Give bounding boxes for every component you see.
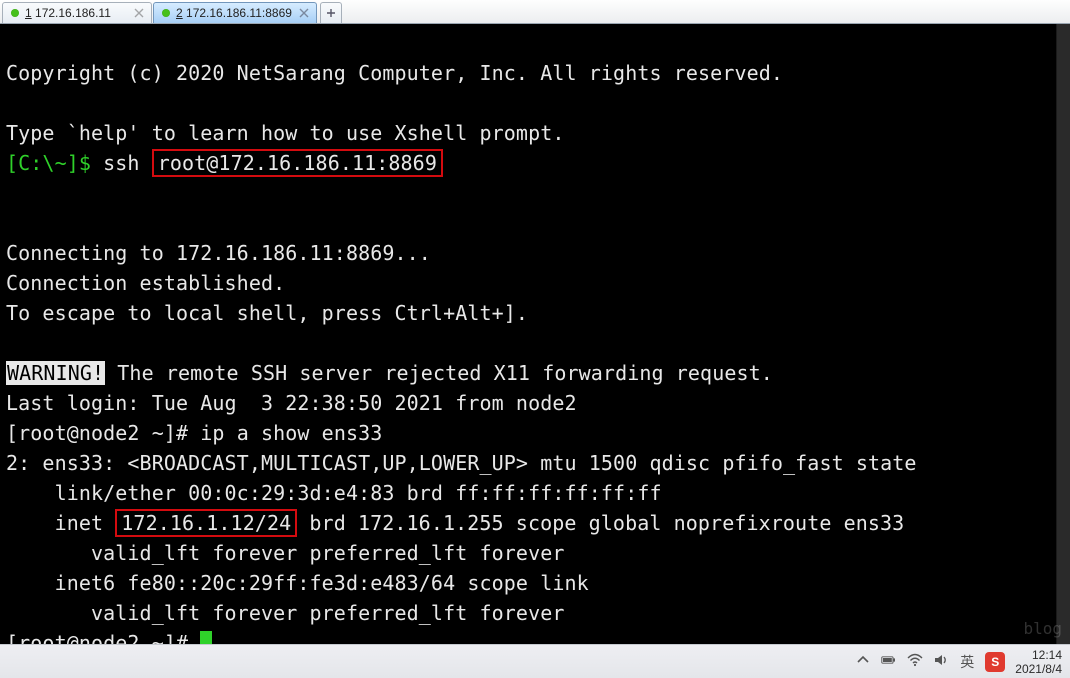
system-tray: 英 S 12:14 2021/8/4 <box>855 648 1062 676</box>
wifi-icon[interactable] <box>907 652 923 671</box>
vertical-scrollbar[interactable] <box>1056 24 1070 644</box>
ime-language-indicator[interactable]: 英 <box>959 654 975 670</box>
tab-label: 2 172.16.186.11:8869 <box>176 6 292 20</box>
text-line: Last login: Tue Aug 3 22:38:50 2021 from… <box>6 391 577 415</box>
terminal-output[interactable]: Copyright (c) 2020 NetSarang Computer, I… <box>0 24 1070 644</box>
text-line: Copyright (c) 2020 NetSarang Computer, I… <box>6 61 783 85</box>
warning-text: The remote SSH server rejected X11 forwa… <box>105 361 773 385</box>
tab-bar: 1 172.16.186.11 2 172.16.186.11:8869 <box>0 0 1070 24</box>
tab-session-2[interactable]: 2 172.16.186.11:8869 <box>153 2 317 23</box>
text-line: Connecting to 172.16.186.11:8869... <box>6 241 431 265</box>
volume-icon[interactable] <box>933 652 949 671</box>
text-line: inet6 fe80::20c:29ff:fe3d:e483/64 scope … <box>6 571 601 595</box>
cursor-icon <box>200 631 212 644</box>
taskbar: 英 S 12:14 2021/8/4 <box>0 644 1070 678</box>
clock[interactable]: 12:14 2021/8/4 <box>1015 648 1062 676</box>
text-line: valid_lft forever preferred_lft forever <box>6 541 565 565</box>
inet-suffix: brd 172.16.1.255 scope global noprefixro… <box>297 511 904 535</box>
inet-prefix: inet <box>6 511 115 535</box>
command-text: ip a show ens33 <box>200 421 382 445</box>
battery-icon[interactable] <box>881 652 897 671</box>
ssh-target-highlight: root@172.16.186.11:8869 <box>152 149 443 177</box>
status-dot-icon <box>162 9 170 17</box>
text-line: To escape to local shell, press Ctrl+Alt… <box>6 301 528 325</box>
remote-prompt: [root@node2 ~]# <box>6 631 200 644</box>
text-line: valid_lft forever preferred_lft forever <box>6 601 565 625</box>
tray-overflow-icon[interactable] <box>855 652 871 671</box>
local-prompt: [C:\~]$ <box>6 151 103 175</box>
ime-badge[interactable]: S <box>985 652 1005 672</box>
clock-date: 2021/8/4 <box>1015 662 1062 676</box>
close-icon[interactable] <box>298 7 310 19</box>
text-line: Type `help' to learn how to use Xshell p… <box>6 121 565 145</box>
text-line: 2: ens33: <BROADCAST,MULTICAST,UP,LOWER_… <box>6 451 929 475</box>
warning-badge: WARNING! <box>6 361 105 385</box>
close-icon[interactable] <box>133 7 145 19</box>
text-line: link/ether 00:0c:29:3d:e4:83 brd ff:ff:f… <box>6 481 662 505</box>
tab-session-1[interactable]: 1 172.16.186.11 <box>2 2 152 23</box>
clock-time: 12:14 <box>1015 648 1062 662</box>
status-dot-icon <box>11 9 19 17</box>
text-line: Connection established. <box>6 271 285 295</box>
remote-prompt: [root@node2 ~]# <box>6 421 200 445</box>
inet-highlight: 172.16.1.12/24 <box>115 509 297 537</box>
tab-label: 1 172.16.186.11 <box>25 6 127 20</box>
ssh-cmd-prefix: ssh <box>103 151 152 175</box>
new-tab-button[interactable] <box>320 2 342 23</box>
